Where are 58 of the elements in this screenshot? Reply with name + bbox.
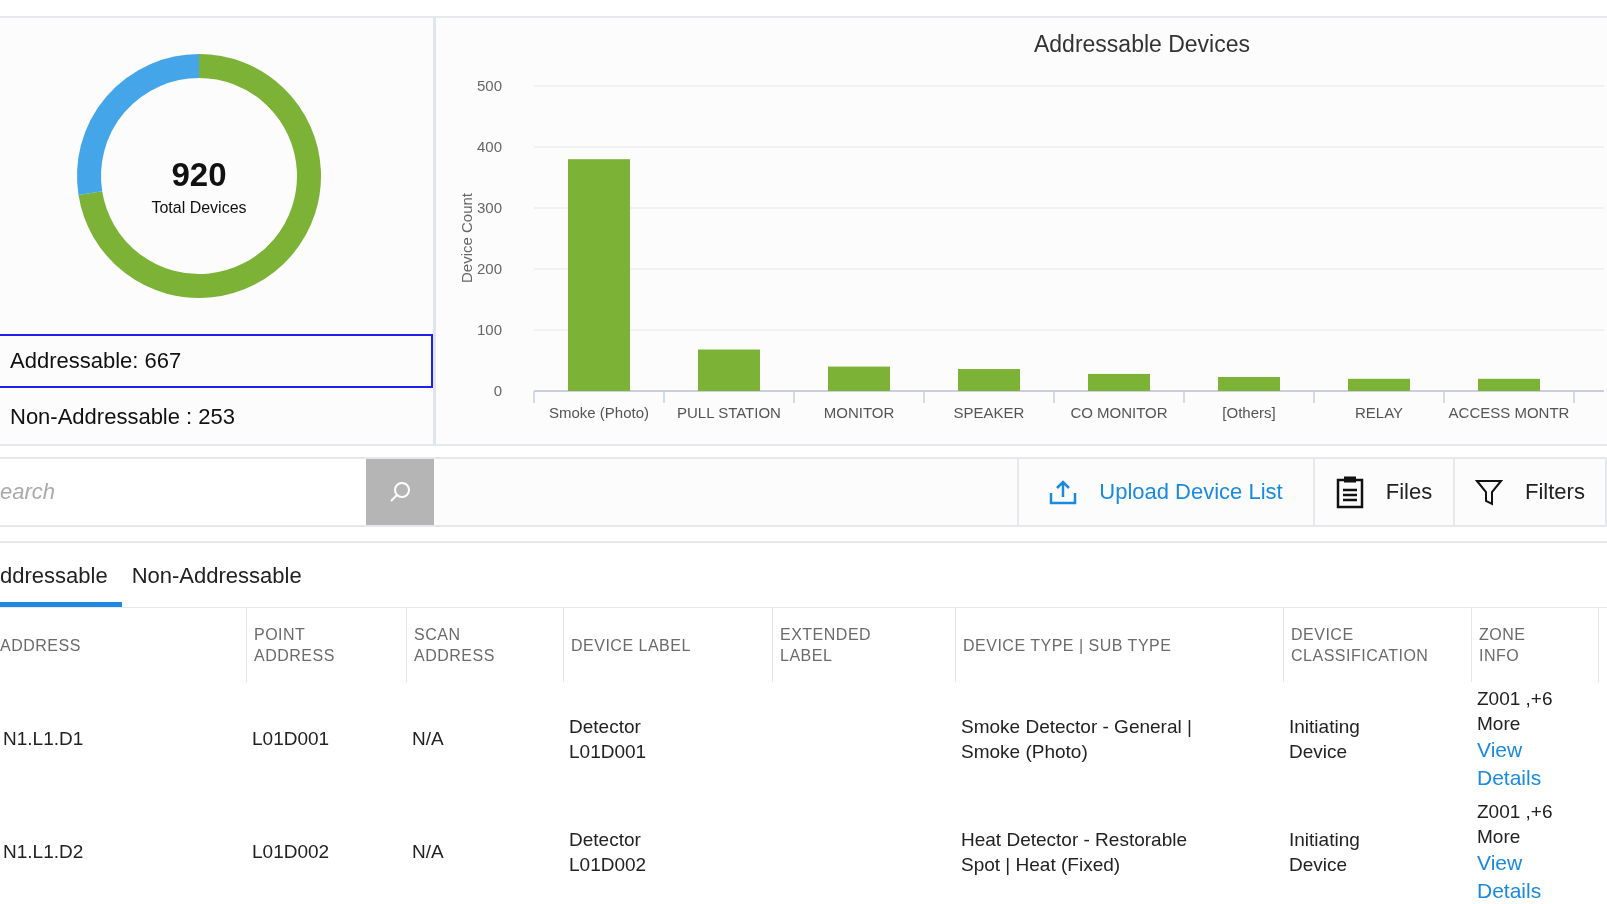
x-tick-label: Smoke (Photo)	[549, 404, 649, 421]
clipboard-icon	[1335, 475, 1364, 509]
table-cell-text: N/A	[412, 840, 445, 864]
zone-text: Z001 ,+6 More	[1477, 686, 1554, 736]
total-count: 920	[170, 156, 227, 194]
bar	[1478, 378, 1540, 391]
table-cell-text: N1.L1.D2	[3, 840, 85, 864]
table-cell-text: Initiating Device	[1289, 827, 1361, 877]
zone-text: Z001 ,+6 More	[1477, 799, 1554, 849]
x-tick-label: SPEAKER	[953, 404, 1025, 421]
view-details-link[interactable]: View Details	[1477, 735, 1557, 792]
x-tick-label: CO MONITOR	[1070, 404, 1168, 421]
table-cell-text: L01D001	[252, 727, 331, 751]
y-tick-label: 300	[476, 199, 502, 216]
column-header: DEVICE TYPE | SUB TYPE	[963, 635, 1172, 656]
total-label: Total Devices	[150, 199, 247, 217]
column-header: DEVICE LABEL	[571, 635, 691, 656]
x-tick-label: PULL STATION	[677, 404, 781, 421]
search-button[interactable]	[366, 459, 434, 525]
tab[interactable]: ddressable	[0, 543, 122, 607]
x-tick-label: ACCESS MONTR	[1448, 404, 1570, 421]
y-tick-label: 200	[476, 260, 502, 277]
table-cell-text: Heat Detector - Restorable Spot | Heat (Fixed)	[961, 827, 1188, 877]
column-header: POINT ADDRESS	[254, 625, 336, 666]
column-header: DEVICE CLASSIFICATION	[1291, 625, 1430, 666]
upload-icon	[1049, 479, 1078, 505]
y-tick-label: 100	[476, 321, 502, 338]
y-tick-label: 0	[493, 382, 502, 399]
column-header: ZONE INFO	[1479, 625, 1527, 666]
y-axis-label: Device Count	[458, 193, 475, 283]
legend-item[interactable]: Addressable: 667	[0, 334, 433, 389]
table-cell-text: Detector L01D002	[569, 827, 648, 877]
bar	[1088, 373, 1150, 391]
y-tick-label: 400	[476, 138, 502, 155]
search-icon	[388, 480, 412, 504]
table-cell-text: L01D002	[252, 840, 331, 864]
column-header: ADDRESS	[0, 635, 81, 656]
bar	[1348, 378, 1410, 391]
table-cell-text: Initiating Device	[1289, 714, 1361, 764]
view-details-link[interactable]: View Details	[1477, 848, 1557, 904]
table-cell-text: Detector L01D001	[569, 714, 648, 764]
x-tick-label: [Others]	[1222, 404, 1276, 421]
y-tick-label: 500	[476, 77, 502, 94]
bar	[698, 349, 760, 391]
x-tick-label: RELAY	[1354, 404, 1404, 421]
filter-icon	[1475, 478, 1504, 506]
tab[interactable]: Non-Addressable	[131, 543, 316, 607]
x-tick-label: MONITOR	[823, 404, 895, 421]
bar	[828, 366, 890, 391]
chart-title: Addressable Devices	[1033, 31, 1251, 57]
bar	[958, 369, 1020, 391]
legend-item[interactable]: Non-Addressable : 253	[0, 390, 433, 444]
bar	[1218, 376, 1280, 391]
table-cell-text: N/A	[412, 727, 445, 751]
column-header: EXTENDED LABEL	[780, 625, 873, 666]
column-header: SCAN ADDRESS	[414, 625, 496, 666]
table-cell-text: N1.L1.D1	[3, 727, 85, 751]
table-cell-text: Smoke Detector - General | Smoke (Photo)	[961, 714, 1193, 764]
